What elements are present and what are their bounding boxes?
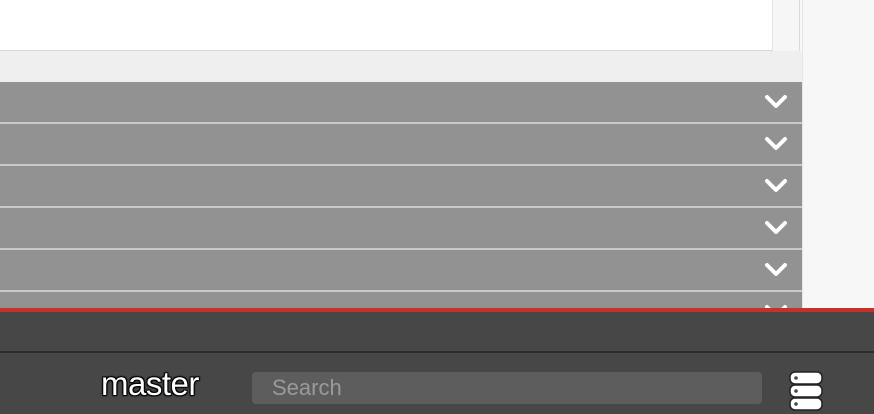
accordion-row[interactable] xyxy=(0,250,802,292)
bottom-toolbar: master xyxy=(0,308,874,414)
accordion-row[interactable] xyxy=(0,208,802,250)
chevron-down-icon[interactable] xyxy=(764,136,788,152)
scrollbar-track[interactable] xyxy=(772,0,800,51)
chevron-down-icon[interactable] xyxy=(764,220,788,236)
chevron-down-icon[interactable] xyxy=(764,262,788,278)
accordion-row[interactable] xyxy=(0,124,802,166)
accordion-row[interactable] xyxy=(0,82,802,124)
database-icon[interactable] xyxy=(788,370,824,414)
search-input[interactable] xyxy=(252,372,762,404)
right-scrollbar-gutter[interactable] xyxy=(802,0,874,308)
accordion-list xyxy=(0,82,802,308)
panel-separator xyxy=(0,51,802,82)
chevron-down-icon[interactable] xyxy=(764,94,788,110)
accordion-row[interactable] xyxy=(0,166,802,208)
toolbar-divider xyxy=(0,351,874,353)
accordion-row[interactable] xyxy=(0,292,802,308)
chevron-down-icon[interactable] xyxy=(764,178,788,194)
branch-label[interactable]: master xyxy=(101,364,199,404)
app-viewport: master xyxy=(0,0,874,414)
content-panel xyxy=(0,0,772,51)
